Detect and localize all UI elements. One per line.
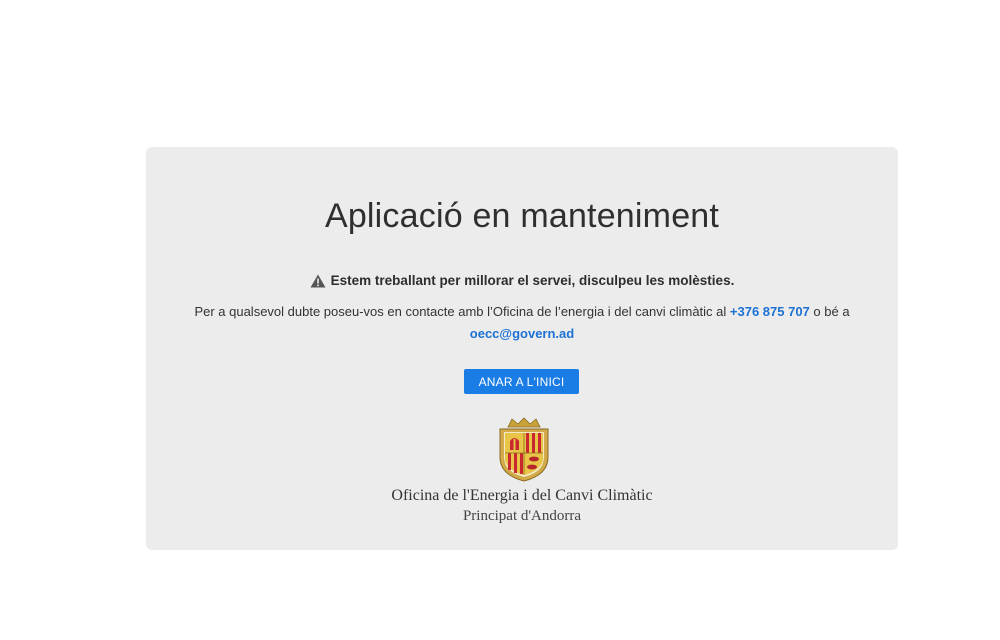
maintenance-notice: Estem treballant per millorar el servei,… [146, 273, 898, 288]
phone-link[interactable]: +376 875 707 [730, 304, 810, 319]
contact-info: Per a qualsevol dubte poseu-vos en conta… [166, 301, 878, 345]
maintenance-card: Aplicació en manteniment Estem treballan… [146, 147, 898, 550]
contact-prefix: Per a qualsevol dubte poseu-vos en conta… [194, 304, 730, 319]
andorra-coat-of-arms [499, 417, 549, 482]
page-title: Aplicació en manteniment [324, 197, 720, 235]
maintenance-page: Aplicació en manteniment Estem treballan… [0, 0, 1000, 640]
home-button[interactable]: ANAR A L'INICI [464, 369, 579, 394]
contact-middle: o bé a [809, 304, 850, 319]
email-link[interactable]: oecc@govern.ad [470, 326, 574, 341]
warning-icon [310, 274, 326, 287]
office-name: Oficina de l'Energia i del Canvi Climàti… [391, 487, 653, 504]
notice-text: Estem treballant per millorar el servei,… [330, 273, 735, 288]
office-subtitle: Principat d'Andorra [462, 508, 582, 524]
